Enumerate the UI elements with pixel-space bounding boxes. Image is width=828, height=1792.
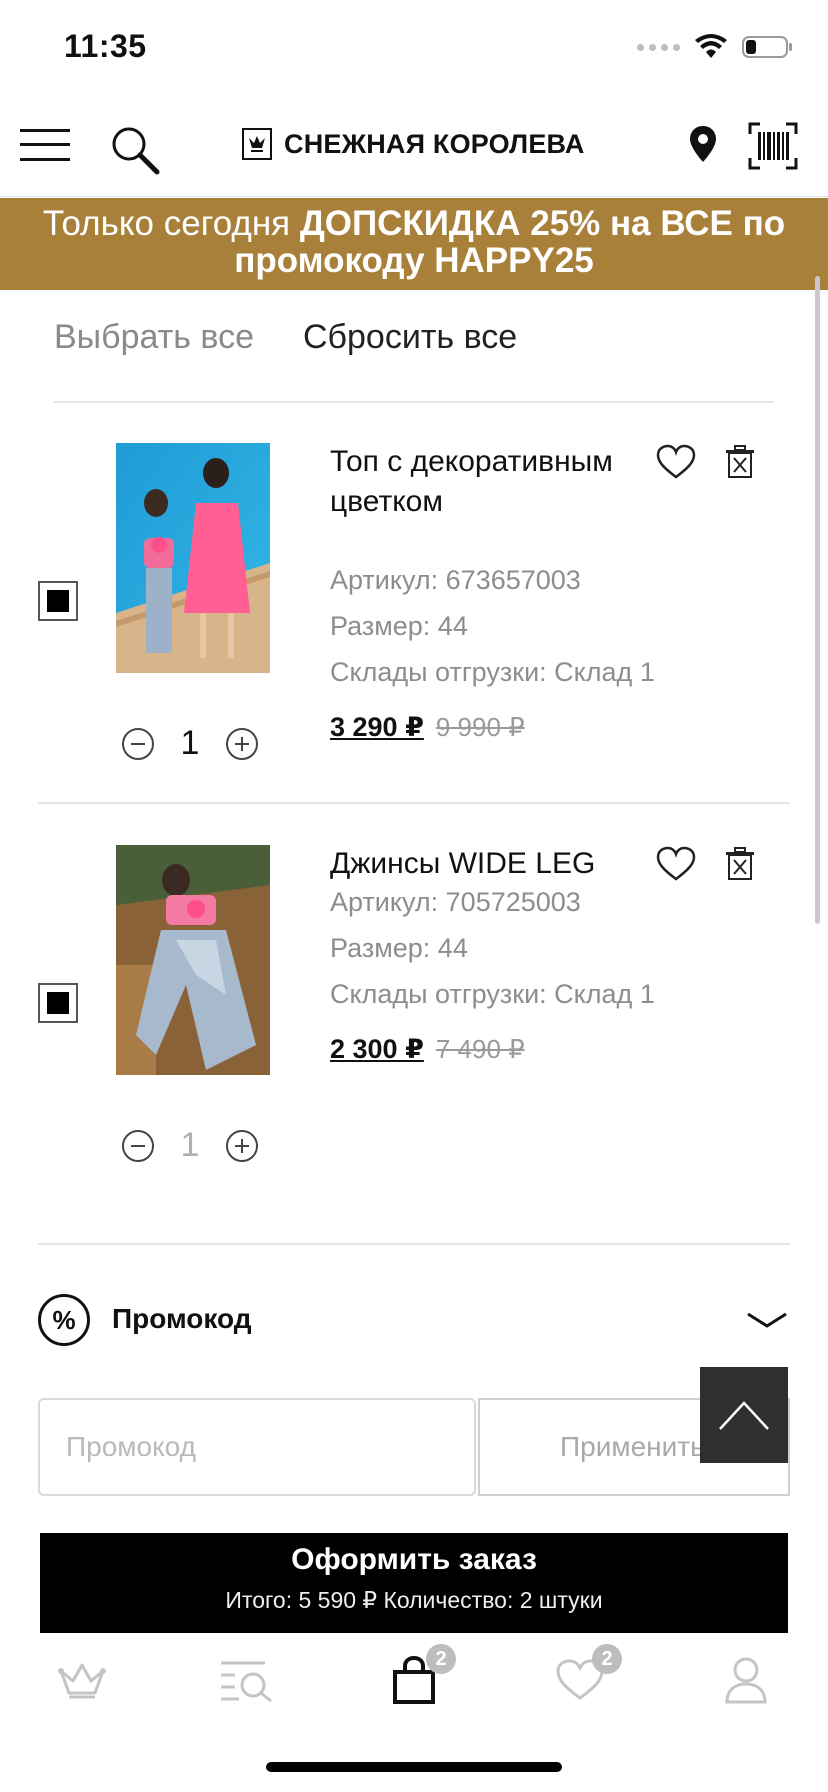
crown-logo-icon [242, 128, 272, 160]
chevron-down-icon [747, 1312, 787, 1328]
price-old: 9 990 ₽ [435, 712, 525, 742]
quantity-stepper: 1 [122, 724, 258, 763]
user-icon [725, 1657, 767, 1704]
heart-icon [656, 846, 696, 881]
product-article: Артикул: 673657003 [330, 565, 581, 595]
price-old: 7 490 ₽ [435, 1034, 525, 1064]
delete-item-button[interactable] [720, 442, 760, 482]
scroll-to-top-button[interactable] [700, 1367, 788, 1463]
increase-quantity-button[interactable] [226, 1129, 258, 1162]
product-article: Артикул: 705725003 [330, 887, 581, 917]
tab-home[interactable] [52, 1650, 112, 1710]
price-current: 3 290 ₽ [330, 712, 424, 742]
delete-item-button[interactable] [720, 844, 760, 884]
promo-banner[interactable]: Только сегодня ДОПСКИДКА 25% на ВСЕ по п… [0, 198, 828, 290]
favorites-badge: 2 [592, 1644, 622, 1674]
product-price: 2 300 ₽ 7 490 ₽ [330, 1034, 525, 1065]
item-checkbox[interactable] [38, 581, 78, 621]
wifi-icon [695, 34, 727, 58]
add-to-favorites-button[interactable] [656, 844, 696, 884]
barcode-icon [748, 122, 798, 170]
product-image[interactable] [116, 443, 270, 673]
tab-favorites[interactable]: 2 [550, 1644, 622, 1710]
tab-cart[interactable]: 2 [384, 1644, 456, 1710]
store-locator-button[interactable] [688, 124, 718, 169]
add-to-favorites-button[interactable] [656, 442, 696, 482]
home-indicator[interactable] [266, 1762, 562, 1772]
chevron-up-icon [719, 1401, 769, 1430]
product-price: 3 290 ₽ 9 990 ₽ [330, 712, 525, 743]
scrollbar[interactable] [815, 276, 820, 924]
quantity-value: 1 [180, 724, 200, 762]
quantity-stepper: 1 [122, 1126, 258, 1165]
promo-section-toggle[interactable]: Промокод [112, 1303, 252, 1335]
search-button[interactable] [110, 125, 160, 180]
increase-quantity-button[interactable] [226, 727, 258, 760]
barcode-scan-button[interactable] [748, 122, 798, 175]
checkout-title: Оформить заказ [291, 1543, 537, 1576]
product-size: Размер: 44 [330, 933, 468, 963]
checkout-button[interactable]: Оформить заказ Итого: 5 590 ₽ Количество… [40, 1533, 788, 1633]
reset-all-button[interactable]: Сбросить все [303, 318, 517, 357]
item-checkbox[interactable] [38, 983, 78, 1023]
banner-prefix: Только сегодня [42, 204, 300, 243]
menu-button[interactable] [20, 128, 70, 167]
product-title[interactable]: Джинсы WIDE LEG [330, 844, 650, 884]
battery-icon [742, 36, 792, 58]
product-photo-jeans [116, 845, 270, 1075]
header-divider [0, 196, 828, 197]
menu-icon [20, 129, 70, 161]
product-image[interactable] [116, 845, 270, 1075]
cart-badge: 2 [426, 1644, 456, 1674]
heart-icon [656, 444, 696, 479]
tab-catalog[interactable] [216, 1650, 276, 1710]
cellular-signal-icon [637, 43, 680, 51]
percent-icon: % [38, 1294, 90, 1346]
product-warehouse: Склады отгрузки: Склад 1 [330, 657, 655, 687]
promo-expand-button[interactable] [746, 1310, 788, 1335]
quantity-value: 1 [180, 1126, 200, 1164]
decrease-quantity-button[interactable] [122, 1129, 154, 1162]
search-icon [112, 127, 160, 175]
checkbox-checked-mark [47, 992, 69, 1014]
brand-name: СНЕЖНАЯ КОРОЛЕВА [284, 128, 585, 159]
divider [38, 1243, 790, 1245]
product-title[interactable]: Топ с декоративным цветком [330, 442, 630, 522]
crown-icon [58, 1663, 106, 1699]
banner-highlight: ДОПСКИДКА 25% на ВСЕ по промокоду HAPPY2… [234, 204, 786, 280]
decrease-quantity-button[interactable] [122, 727, 154, 760]
trash-icon [726, 445, 754, 478]
checkout-summary: Итого: 5 590 ₽ Количество: 2 штуки [225, 1587, 603, 1613]
tab-profile[interactable] [716, 1650, 776, 1710]
location-pin-icon [690, 126, 716, 162]
divider [38, 802, 790, 804]
promo-code-input[interactable] [38, 1398, 476, 1496]
product-photo-top [116, 443, 270, 673]
select-all-button[interactable]: Выбрать все [54, 318, 254, 357]
checkbox-checked-mark [47, 590, 69, 612]
catalog-search-icon [221, 1661, 272, 1703]
brand-logo[interactable]: СНЕЖНАЯ КОРОЛЕВА [242, 128, 585, 160]
product-size: Размер: 44 [330, 611, 468, 641]
divider [54, 401, 774, 403]
status-indicators [637, 34, 794, 60]
price-current: 2 300 ₽ [330, 1034, 424, 1064]
status-time: 11:35 [64, 28, 147, 64]
product-warehouse: Склады отгрузки: Склад 1 [330, 979, 655, 1009]
trash-icon [726, 847, 754, 880]
